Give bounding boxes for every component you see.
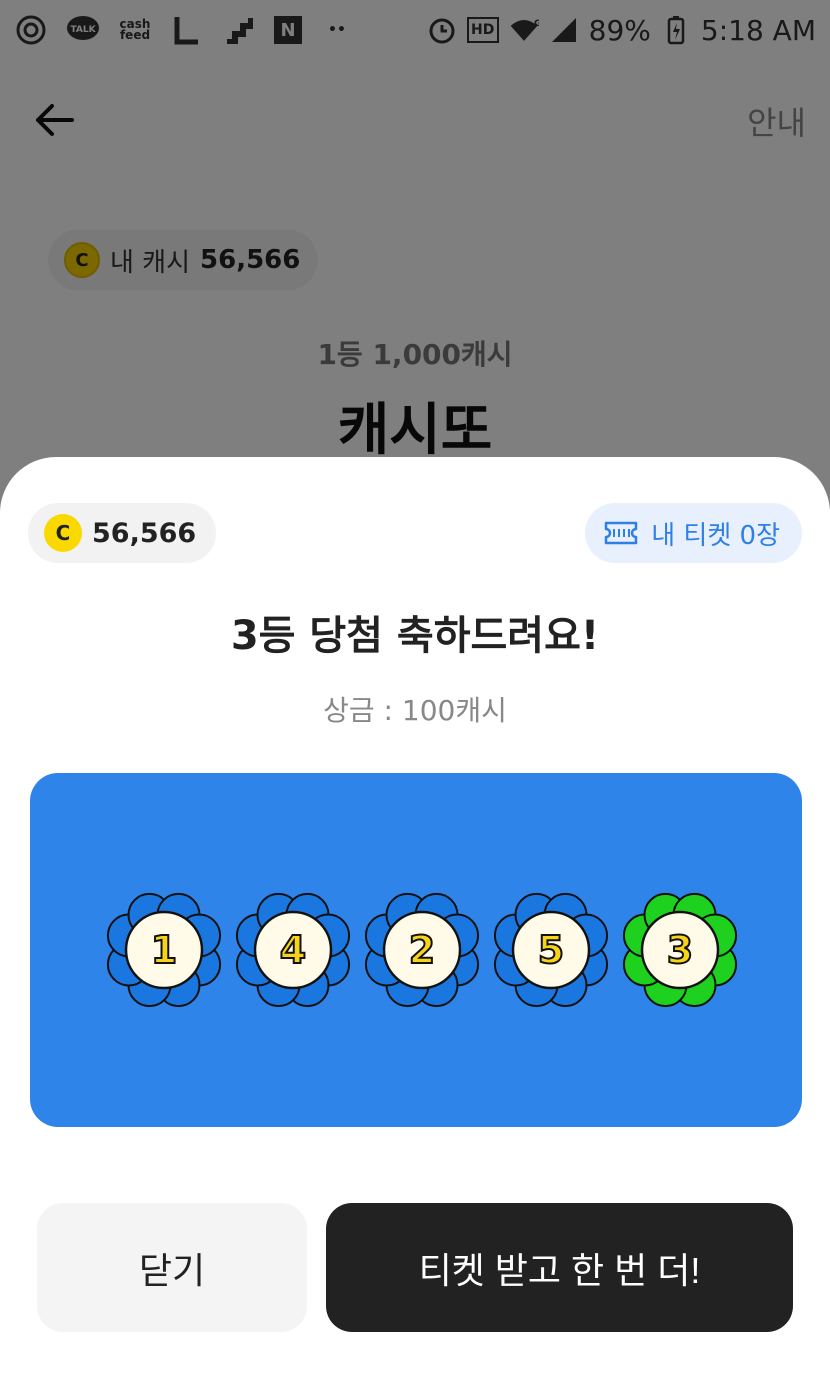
lotto-ball-panel: 1 4 2 5 3: [30, 773, 802, 1127]
lotto-ball-2: 4: [231, 888, 355, 1012]
ticket-count-label: 내 티켓 0장: [651, 520, 780, 551]
lotto-ball-number: 4: [280, 928, 306, 972]
lotto-ball-number: 2: [409, 928, 435, 972]
result-bottom-sheet: C 56,566 내 티켓 0장 3등 당첨 축하드려요! 상금 : 100캐시…: [0, 457, 830, 1379]
cash-balance-amount: 56,566: [92, 517, 197, 549]
coin-icon: C: [44, 514, 82, 552]
lotto-ball-number: 1: [151, 928, 177, 972]
cash-balance-chip: C 56,566: [28, 503, 217, 563]
lotto-ball-row: 1 4 2 5 3: [102, 888, 742, 1012]
get-ticket-retry-button[interactable]: 티켓 받고 한 번 더!: [326, 1203, 793, 1332]
lotto-ball-4: 5: [489, 888, 613, 1012]
lotto-ball-number: 3: [667, 928, 693, 972]
prize-amount-text: 상금 : 100캐시: [323, 694, 507, 727]
lotto-ball-1: 1: [102, 888, 226, 1012]
close-button[interactable]: 닫기: [37, 1203, 307, 1332]
lotto-ball-5: 3: [618, 888, 742, 1012]
lotto-ball-number: 5: [538, 928, 564, 972]
lotto-ball-3: 2: [360, 888, 484, 1012]
congrats-heading: 3등 당첨 축하드려요!: [230, 613, 600, 659]
my-ticket-chip[interactable]: 내 티켓 0장: [585, 503, 802, 563]
ticket-icon: [603, 520, 639, 546]
